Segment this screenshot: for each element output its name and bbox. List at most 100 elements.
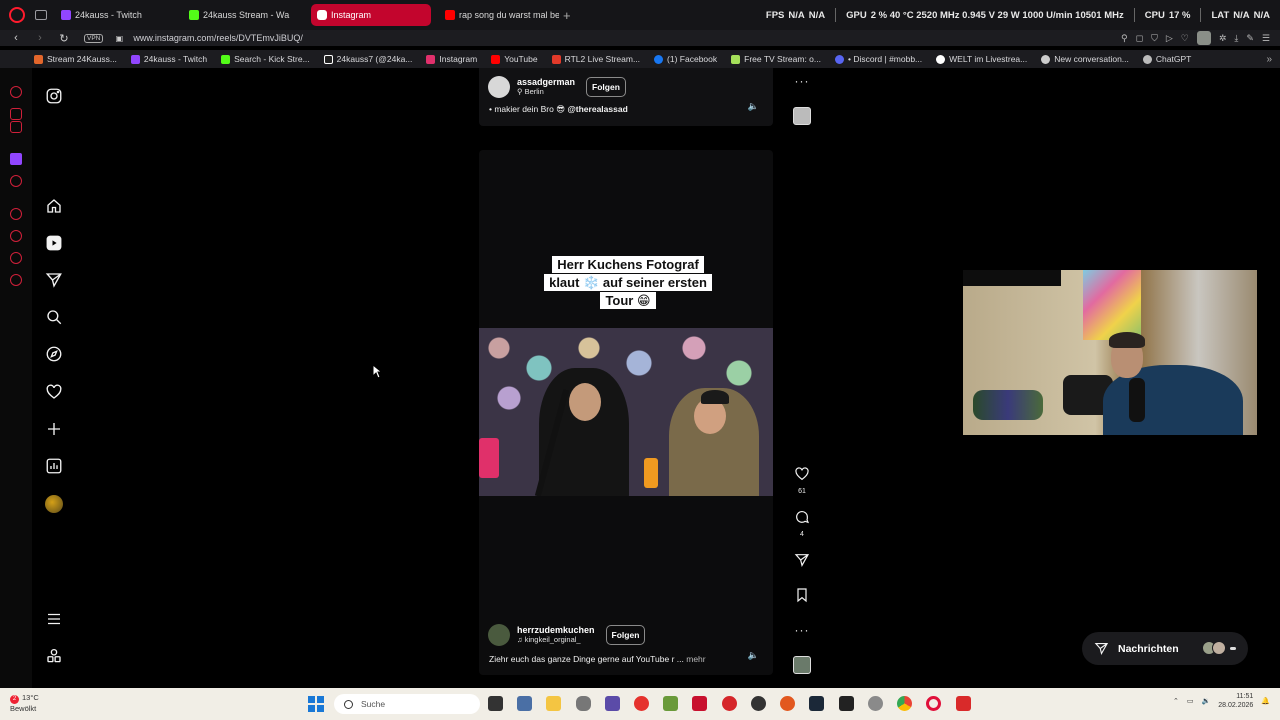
- bookmark-item[interactable]: (1) Facebook: [654, 54, 717, 64]
- play-icon[interactable]: ▷: [1166, 33, 1173, 44]
- home-icon[interactable]: [44, 196, 64, 216]
- instagram-logo-icon[interactable]: [44, 86, 64, 106]
- sidebar-settings-icon[interactable]: [10, 274, 22, 286]
- sidebar-youtube-icon[interactable]: [10, 175, 22, 187]
- like-button[interactable]: 61: [790, 466, 814, 495]
- opera-logo-icon[interactable]: [9, 7, 25, 23]
- tray-overflow-icon[interactable]: ⌃: [1173, 697, 1179, 705]
- chrome-icon[interactable]: [897, 696, 912, 711]
- send-icon[interactable]: [44, 270, 64, 290]
- reels-icon[interactable]: [44, 233, 64, 253]
- minecraft-icon[interactable]: [663, 696, 678, 711]
- tab-youtube[interactable]: rap song du warst mal bei: [439, 4, 559, 26]
- firefox-icon[interactable]: [780, 696, 795, 711]
- mute-icon[interactable]: 🔈: [748, 101, 759, 112]
- sidebar-history-icon[interactable]: [10, 230, 22, 242]
- tab-islands-icon[interactable]: [35, 10, 47, 20]
- menu-icon[interactable]: ☰: [1262, 33, 1270, 44]
- more-menu-icon[interactable]: [44, 609, 64, 629]
- clock[interactable]: 11:51 28.02.2026: [1218, 692, 1253, 710]
- download-icon[interactable]: ⤓: [1234, 33, 1238, 44]
- previous-audio-thumb[interactable]: [790, 107, 814, 125]
- task-view-icon[interactable]: [488, 696, 503, 711]
- steam-icon[interactable]: [809, 696, 824, 711]
- heart-icon[interactable]: ♡: [1181, 33, 1189, 44]
- sidebar-gx-icon[interactable]: [10, 652, 22, 664]
- profile-avatar[interactable]: [44, 494, 64, 514]
- obs-icon[interactable]: [751, 696, 766, 711]
- notification-bell-icon[interactable]: 🔔: [1261, 697, 1270, 705]
- reel-caption[interactable]: Ziehr euch das ganze Dinge gerne auf You…: [489, 654, 706, 664]
- mouse-app-icon[interactable]: [576, 696, 591, 711]
- audio-thumb[interactable]: [790, 656, 814, 674]
- network-icon[interactable]: ▭: [1187, 697, 1194, 705]
- settings-gear-icon[interactable]: [868, 696, 883, 711]
- sidebar-extensions-icon[interactable]: [10, 252, 22, 264]
- follow-button[interactable]: Folgen: [605, 625, 646, 645]
- bookmark-item[interactable]: WELT im Livestrea...: [936, 54, 1027, 64]
- epic-games-icon[interactable]: [839, 696, 854, 711]
- comment-button[interactable]: 4: [790, 509, 814, 538]
- opera-gx-icon[interactable]: [926, 696, 941, 711]
- follow-button[interactable]: Folgen: [586, 77, 626, 97]
- bookmark-item[interactable]: YouTube: [491, 54, 538, 64]
- create-icon[interactable]: [44, 419, 64, 439]
- weather-widget[interactable]: 2 13°C Bewölkt: [10, 693, 39, 713]
- heart-icon[interactable]: [44, 382, 64, 402]
- app-red-icon[interactable]: [956, 696, 971, 711]
- bookmark-item[interactable]: 24kauss - Twitch: [130, 54, 207, 64]
- more-link[interactable]: mehr: [686, 654, 705, 664]
- apps-icon[interactable]: [44, 646, 64, 666]
- mute-icon[interactable]: 🔈: [748, 650, 759, 661]
- sidebar-player-icon[interactable]: [10, 208, 22, 220]
- bookmark-item[interactable]: Instagram: [426, 54, 477, 64]
- bookmark-item[interactable]: RTL2 Live Stream...: [551, 54, 640, 64]
- bookmark-item[interactable]: 24kauss7 (@24ka...: [323, 54, 412, 64]
- back-icon[interactable]: ‹: [8, 32, 24, 44]
- tab-twitch[interactable]: 24kauss - Twitch: [55, 4, 175, 26]
- more-options-icon[interactable]: ···: [790, 72, 814, 90]
- sidebar-music-icon[interactable]: [10, 121, 22, 133]
- share-button[interactable]: [790, 552, 814, 573]
- bookmark-item[interactable]: Free TV Stream: o...: [731, 54, 821, 64]
- app-record-icon[interactable]: [722, 696, 737, 711]
- snapshot-icon[interactable]: ◻: [1136, 33, 1143, 44]
- lock-icon[interactable]: ▣: [111, 34, 127, 43]
- reload-icon[interactable]: ↻: [56, 32, 72, 45]
- app-red-icon[interactable]: [634, 696, 649, 711]
- extensions-icon[interactable]: ✲: [1219, 33, 1227, 44]
- bookmark-item[interactable]: Stream 24Kauss...: [34, 54, 117, 64]
- url-field[interactable]: www.instagram.com/reels/DVTEmvJiBUQ/: [133, 33, 303, 43]
- bookmark-item[interactable]: • Discord | #mobb...: [834, 54, 922, 64]
- tab-kick[interactable]: 24kauss Stream - Wa: [183, 4, 303, 26]
- reel-card-current[interactable]: Herr Kuchens Fotograf klaut ❄️ auf seine…: [479, 150, 773, 675]
- shield-icon[interactable]: ⛉: [1151, 33, 1158, 44]
- app-red-square-icon[interactable]: [692, 696, 707, 711]
- bookmark-item[interactable]: ChatGPT: [1142, 54, 1191, 64]
- search-icon[interactable]: [44, 307, 64, 327]
- sidebar-messenger-icon[interactable]: [10, 86, 22, 98]
- more-options-icon[interactable]: ···: [790, 621, 814, 639]
- profile-avatar[interactable]: [1196, 31, 1211, 45]
- bookmark-item[interactable]: New conversation...: [1041, 54, 1129, 64]
- reel-caption[interactable]: • makier dein Bro 😎 @therealassad: [489, 104, 628, 115]
- ai-icon[interactable]: ✎: [1246, 33, 1254, 44]
- messages-button[interactable]: Nachrichten: [1082, 632, 1248, 665]
- new-tab-button[interactable]: +: [563, 8, 571, 23]
- volume-icon[interactable]: 🔉: [1202, 697, 1211, 705]
- bookmark-item[interactable]: Search - Kick Stre...: [221, 54, 310, 64]
- insights-icon[interactable]: [44, 456, 64, 476]
- avatar[interactable]: [488, 76, 510, 98]
- windows-start-icon[interactable]: [308, 696, 324, 712]
- bookmarks-overflow-icon[interactable]: »: [1266, 54, 1272, 65]
- save-button[interactable]: [790, 587, 814, 608]
- avatar[interactable]: [488, 624, 510, 646]
- file-explorer-icon[interactable]: [546, 696, 561, 711]
- reel-card-previous[interactable]: assadgerman ⚲ Berlin Folgen • makier dei…: [479, 68, 773, 126]
- sidebar-twitch-icon[interactable]: [10, 153, 22, 165]
- pin-icon[interactable]: ⚲: [1121, 33, 1128, 44]
- reel-video[interactable]: [479, 328, 773, 496]
- sidebar-workspace-icon[interactable]: [10, 108, 22, 120]
- visual-studio-icon[interactable]: [605, 696, 620, 711]
- tab-instagram[interactable]: Instagram: [311, 4, 431, 26]
